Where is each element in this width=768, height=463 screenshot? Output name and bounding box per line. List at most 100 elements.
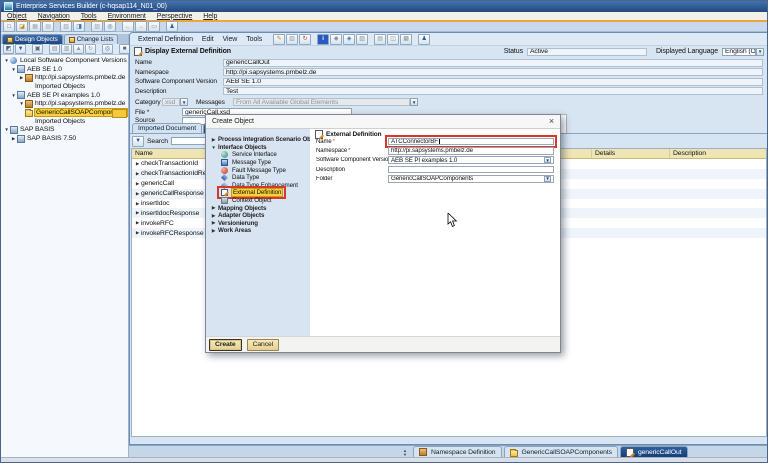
object-type-context-object[interactable]: Context Object xyxy=(206,197,310,205)
close-icon[interactable]: × xyxy=(549,117,554,126)
expand-arrow-icon[interactable]: ▶ xyxy=(134,191,141,197)
info-icon[interactable]: i xyxy=(317,34,329,45)
navigate-icon[interactable]: ◆ xyxy=(330,34,342,45)
tree-item-genericcallsoapcomponents[interactable]: GenericCallSOAPComponents xyxy=(1,108,128,117)
object-type-process-integration-scenario-objects[interactable]: ▶Process Integration Scenario Objects xyxy=(206,136,310,144)
tab-change-lists[interactable]: Change Lists xyxy=(64,34,119,44)
expand-arrow-icon[interactable]: ▶ xyxy=(210,205,217,211)
open-object-icon[interactable]: ◩ xyxy=(3,44,14,54)
create-button[interactable]: Create xyxy=(209,339,242,351)
description-input[interactable] xyxy=(388,166,554,174)
layout-icon[interactable]: ▩ xyxy=(400,34,412,45)
forward-icon[interactable]: → xyxy=(135,21,147,32)
print-icon[interactable]: ▤ xyxy=(374,34,386,45)
value-help-dropdown-icon[interactable]: ▼ xyxy=(544,157,551,163)
editor-menu-tools[interactable]: Tools xyxy=(246,36,262,43)
language-dropdown-icon[interactable]: ▼ xyxy=(756,48,764,56)
back-icon[interactable]: ← xyxy=(122,21,134,32)
menu-tools[interactable]: Tools xyxy=(81,13,97,20)
tree-item-aeb-se-1-0[interactable]: ▼AEB SE 1.0 xyxy=(1,65,128,74)
tree-item-imported-objects[interactable]: ▶Imported Objects xyxy=(1,82,128,91)
value-help-dropdown-icon[interactable]: ▼ xyxy=(544,176,551,182)
help-icon[interactable]: ♟ xyxy=(166,21,178,32)
tab-imported-document[interactable]: Imported Document xyxy=(132,123,202,133)
menu-help[interactable]: Help xyxy=(203,13,217,20)
clipboard-icon[interactable]: ▨ xyxy=(91,21,103,32)
editor-menu-edit[interactable]: Edit xyxy=(202,36,214,43)
bottom-tab-namespace-definition[interactable]: Namespace Definition xyxy=(413,446,502,457)
menu-navigation[interactable]: Navigation xyxy=(38,13,70,20)
object-type-adapter-objects[interactable]: ▶Adapter Objects xyxy=(206,212,310,220)
object-type-data-type[interactable]: Data Type xyxy=(206,174,310,182)
editor-menu-view[interactable]: View xyxy=(223,36,238,43)
collapse-arrow-icon[interactable]: ▼ xyxy=(10,67,17,72)
tree-item-sap-basis[interactable]: ▼SAP BASIS xyxy=(1,126,128,135)
object-type-mapping-objects[interactable]: ▶Mapping Objects xyxy=(206,204,310,212)
tree-item-http-pi-sapsystems-pmbelz-de[interactable]: ▼http://pi.sapsystems.pmbelz.de xyxy=(1,99,128,108)
expand-arrow-icon[interactable]: ▶ xyxy=(210,228,217,234)
bottom-tab-genericcallsoapcomponents[interactable]: GenericCallSOAPComponents xyxy=(504,446,618,457)
edit-pencil-icon[interactable]: ✎ xyxy=(273,34,285,45)
menu-object[interactable]: Object xyxy=(7,13,27,20)
save-icon[interactable]: ▦ xyxy=(29,21,41,32)
print-icon[interactable]: ▤ xyxy=(42,21,54,32)
expand-arrow-icon[interactable]: ▶ xyxy=(134,171,141,177)
tab-design-objects[interactable]: Design Objects xyxy=(2,34,63,44)
search-icon[interactable]: ◎ xyxy=(104,21,116,32)
expand-arrow-icon[interactable]: ▶ xyxy=(134,230,141,236)
new-document-icon[interactable]: □ xyxy=(3,21,15,32)
object-type-fault-message-type[interactable]: Fault Message Type xyxy=(206,166,310,174)
collapse-arrow-icon[interactable]: ▼ xyxy=(10,93,17,98)
object-type-versionierung[interactable]: ▶Versionierung xyxy=(206,220,310,228)
expand-arrow-icon[interactable]: ▶ xyxy=(134,161,141,167)
editor-menu-external-definition[interactable]: External Definition xyxy=(138,36,193,43)
software-component-version-input[interactable]: AEB SE PI examples 1.0▼ xyxy=(388,156,554,164)
sort-icon[interactable]: ▲ xyxy=(73,44,84,54)
object-type-service-interface[interactable]: Service Interface xyxy=(206,151,310,159)
expand-arrow-icon[interactable]: ▶ xyxy=(10,136,17,142)
window-icon[interactable]: ▭ xyxy=(148,21,160,32)
expand-arrow-icon[interactable]: ▶ xyxy=(18,75,25,81)
object-type-interface-objects[interactable]: ▼Interface Objects xyxy=(206,144,310,152)
tree-item-aeb-se-pi-examples-1-0[interactable]: ▼AEB SE PI examples 1.0 xyxy=(1,91,128,100)
tree-item-local-software-component-versions[interactable]: ▼Local Software Component Versions xyxy=(1,56,128,65)
menu-environment[interactable]: Environment xyxy=(108,13,146,20)
object-type-message-type[interactable]: Message Type xyxy=(206,159,310,167)
expand-arrow-icon[interactable]: ▶ xyxy=(210,137,217,143)
display-object-icon[interactable]: ◨ xyxy=(73,21,85,32)
display-icon[interactable]: ▥ xyxy=(286,34,298,45)
bottom-tab-genericcallout[interactable]: genericCallOut xyxy=(620,446,688,457)
filter-funnel-icon[interactable]: ▼ xyxy=(132,136,144,147)
folder-input[interactable]: GenericCallSOAPComponents▼ xyxy=(388,175,554,183)
expand-arrow-icon[interactable]: ▶ xyxy=(210,220,217,226)
tree-view-icon[interactable]: ▣ xyxy=(32,44,43,54)
copy-icon[interactable]: ▧ xyxy=(60,21,72,32)
expand-arrow-icon[interactable]: ▶ xyxy=(134,201,141,207)
column-header-description[interactable]: Description xyxy=(670,149,766,158)
language-select[interactable]: English (OL) xyxy=(722,48,756,56)
expand-arrow-icon[interactable]: ▶ xyxy=(134,210,141,216)
column-header-details[interactable]: Details xyxy=(592,149,670,158)
export-icon[interactable]: ◫ xyxy=(387,34,399,45)
cancel-button[interactable]: Cancel xyxy=(247,339,280,351)
tree-item-http-pi-sapsystems-pmbelz-de[interactable]: ▶http://pi.sapsystems.pmbelz.de xyxy=(1,73,128,82)
open-folder-icon[interactable]: ◪ xyxy=(16,21,28,32)
user-icon[interactable]: ♟ xyxy=(418,34,430,45)
collapse-arrow-icon[interactable]: ▼ xyxy=(18,101,25,106)
collapse-all-icon[interactable]: ▥ xyxy=(61,44,72,54)
collapse-arrow-icon[interactable]: ▼ xyxy=(3,58,10,63)
refresh-icon[interactable]: ↻ xyxy=(299,34,311,45)
name-input[interactable]: ATCConnectorBF xyxy=(388,138,554,146)
object-type-external-definition[interactable]: External Definition xyxy=(206,189,310,197)
namespace-input[interactable]: http://pi.sapsystems.pmbelz.de xyxy=(388,147,554,155)
filter-icon[interactable]: ▼ xyxy=(15,44,26,54)
tree-item-sap-basis-7-50[interactable]: ▶SAP BASIS 7.50 xyxy=(1,134,128,143)
where-used-icon[interactable]: ◈ xyxy=(343,34,355,45)
expand-all-icon[interactable]: ▤ xyxy=(49,44,60,54)
refresh-icon[interactable]: ↻ xyxy=(85,44,96,54)
expand-arrow-icon[interactable]: ▶ xyxy=(210,213,217,219)
expand-arrow-icon[interactable]: ▶ xyxy=(134,181,141,187)
history-icon[interactable]: ▧ xyxy=(356,34,368,45)
collapse-arrow-icon[interactable]: ▼ xyxy=(3,127,10,132)
tree-item-imported-objects[interactable]: ▶Imported Objects xyxy=(1,117,128,126)
